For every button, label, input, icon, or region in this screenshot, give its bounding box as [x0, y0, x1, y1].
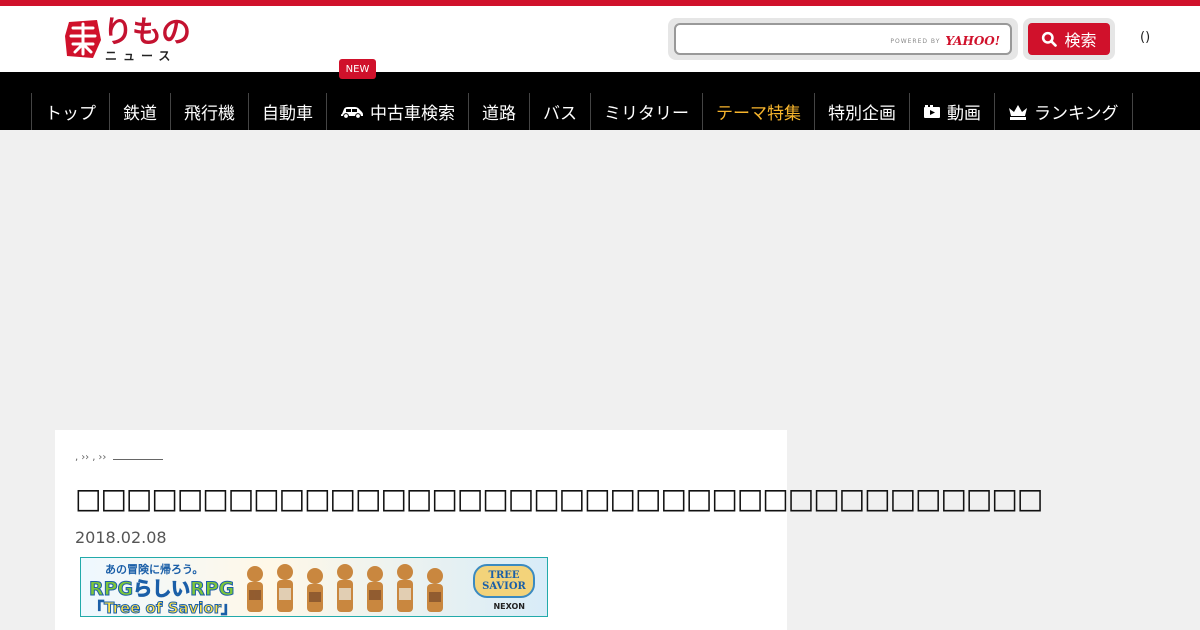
- nav-item-top[interactable]: トップ: [31, 93, 109, 130]
- nav-item-theme-feature[interactable]: テーマ特集: [702, 93, 814, 130]
- ad-banner[interactable]: あの冒険に帰ろう。 RPGらしいRPG 「Tree of Savior」 TRE…: [80, 557, 548, 617]
- nav-item-label: テーマ特集: [716, 104, 801, 124]
- nav-item-label: ランキング: [1034, 104, 1119, 124]
- nav-item-cars[interactable]: 自動車: [248, 93, 326, 130]
- article-date: 2018.02.08: [75, 528, 167, 547]
- nav-item-special-project[interactable]: 特別企画: [814, 93, 909, 130]
- article-title: □□□□□□□□□□□□□□□□□□□□□□□□□□□□□□□□□□□□□□: [75, 482, 1043, 515]
- logo-main-text: りもの: [103, 15, 191, 50]
- site-header: りもの ニュース POWERED BY YAHOO! 検索 (): [0, 6, 1200, 72]
- nav-item-video[interactable]: 動画: [909, 93, 994, 130]
- nav-list: トップ 鉄道 飛行機 自動車 中古車検索 道路 バス ミリタリー テーマ特集 特…: [31, 93, 1133, 130]
- ad-banner-characters-image: [247, 564, 443, 612]
- crown-icon: [1009, 104, 1027, 120]
- nav-item-railway[interactable]: 鉄道: [109, 93, 170, 130]
- logo-sub-text: ニュース: [105, 49, 177, 63]
- search-input[interactable]: POWERED BY YAHOO!: [674, 23, 1012, 55]
- powered-by-label: POWERED BY: [890, 37, 941, 45]
- header-misc-text: (): [1140, 30, 1151, 45]
- search-box: POWERED BY YAHOO!: [668, 18, 1018, 60]
- breadcrumb-separator: ››: [98, 452, 107, 463]
- search-button-wrap: 検索: [1023, 18, 1115, 60]
- ad-banner-publisher: NEXON: [493, 602, 525, 611]
- search-button-label: 検索: [1064, 31, 1097, 50]
- breadcrumb-item[interactable]: ,: [75, 452, 78, 463]
- nav-item-label: ミリタリー: [604, 104, 689, 124]
- nav-item-used-car-search[interactable]: 中古車検索: [326, 93, 468, 130]
- nav-item-bus[interactable]: バス: [529, 93, 590, 130]
- main-nav: トップ 鉄道 飛行機 自動車 中古車検索 道路 バス ミリタリー テーマ特集 特…: [0, 72, 1200, 130]
- breadcrumb-current: [113, 459, 164, 460]
- nav-item-roads[interactable]: 道路: [468, 93, 529, 130]
- ad-banner-line3: 「Tree of Savior」: [88, 599, 237, 617]
- breadcrumb-separator: ››: [81, 452, 90, 463]
- video-icon: [924, 104, 940, 118]
- nav-item-label: トップ: [45, 104, 96, 124]
- ad-banner-logo: TREE SAVIOR: [473, 564, 535, 598]
- site-logo[interactable]: りもの ニュース: [63, 16, 193, 66]
- nav-item-label: 道路: [482, 104, 516, 124]
- search-button[interactable]: 検索: [1028, 23, 1110, 55]
- new-badge: NEW: [339, 59, 376, 79]
- nav-item-ranking[interactable]: ランキング: [994, 93, 1133, 130]
- powered-by: POWERED BY YAHOO!: [890, 34, 1000, 48]
- nav-item-label: 動画: [947, 104, 981, 124]
- nav-item-label: バス: [543, 104, 577, 124]
- nav-item-aircraft[interactable]: 飛行機: [170, 93, 248, 130]
- nav-item-military[interactable]: ミリタリー: [590, 93, 702, 130]
- yahoo-logo: YAHOO!: [945, 34, 1000, 48]
- breadcrumb: , ›› , ››: [75, 452, 164, 463]
- nav-item-label: 中古車検索: [370, 104, 455, 124]
- article-card: , ›› , ›› □□□□□□□□□□□□□□□□□□□□□□□□□□□□□□…: [55, 430, 1043, 630]
- breadcrumb-item[interactable]: ,: [92, 452, 95, 463]
- search-icon: [1042, 31, 1058, 47]
- nav-item-label: 特別企画: [828, 104, 896, 124]
- nav-item-label: 自動車: [262, 104, 313, 124]
- logo-badge-icon: [65, 20, 101, 58]
- nav-item-label: 飛行機: [184, 104, 235, 124]
- nav-item-label: 鉄道: [123, 104, 157, 124]
- car-icon: [341, 106, 363, 119]
